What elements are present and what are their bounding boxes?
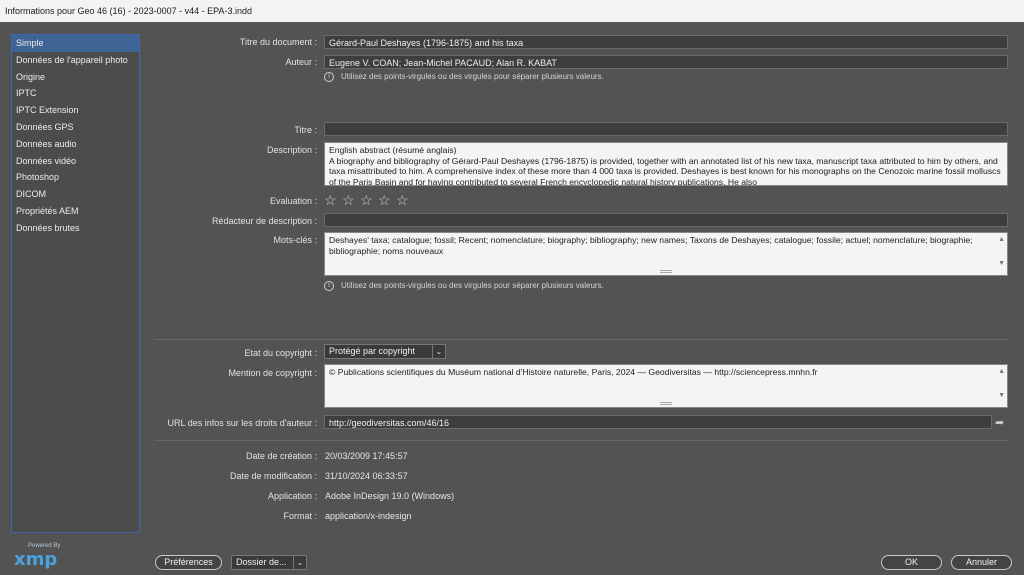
- keywords-text: Deshayes' taxa; catalogue; fossil; Recen…: [329, 235, 973, 256]
- keywords-hint-text: Utilisez des points-virgules ou des virg…: [341, 281, 604, 291]
- resize-grip-icon[interactable]: [660, 402, 672, 405]
- desc-writer-label: Rédacteur de description :: [211, 216, 317, 226]
- sidebar-item-simple[interactable]: Simple: [12, 35, 139, 52]
- star-icon[interactable]: ☆: [396, 193, 414, 207]
- folder-select-value: Dossier de...: [236, 557, 287, 567]
- modified-value: 31/10/2024 06:33:57: [325, 471, 408, 481]
- desc-writer-input[interactable]: [324, 213, 1008, 227]
- star-icon[interactable]: ☆: [360, 193, 378, 207]
- ok-button[interactable]: OK: [881, 555, 942, 570]
- copyright-status-label: Etat du copyright :: [244, 348, 317, 358]
- xmp-logo-text: xmp: [14, 549, 58, 570]
- star-icon[interactable]: ☆: [342, 193, 360, 207]
- author-hint: i Utilisez des points-virgules ou des vir…: [324, 72, 604, 82]
- sidebar: Simple Données de l'appareil photo Origi…: [11, 34, 140, 533]
- sidebar-item-photoshop[interactable]: Photoshop: [12, 169, 139, 186]
- modified-label: Date de modification :: [229, 471, 317, 481]
- keywords-textarea[interactable]: Deshayes' taxa; catalogue; fossil; Recen…: [324, 232, 1008, 276]
- copyright-status-value: Protégé par copyright: [329, 346, 416, 356]
- format-label: Format :: [283, 511, 317, 521]
- copyright-notice-text: © Publications scientifiques du Muséum n…: [329, 367, 818, 377]
- doc-title-input[interactable]: Gérard-Paul Deshayes (1796-1875) and his…: [324, 35, 1008, 49]
- share-arrow-icon[interactable]: ➦: [995, 416, 1004, 429]
- application-value: Adobe InDesign 19.0 (Windows): [325, 491, 455, 501]
- preferences-button[interactable]: Préférences: [155, 555, 222, 570]
- info-icon: i: [324, 281, 334, 291]
- created-value: 20/03/2009 17:45:57: [325, 451, 408, 461]
- created-label: Date de création :: [245, 451, 317, 461]
- rights-url-label: URL des infos sur les droits d'auteur :: [167, 418, 317, 428]
- copyright-notice-label: Mention de copyright :: [228, 368, 317, 378]
- copyright-status-select[interactable]: Protégé par copyright ⌄: [324, 344, 446, 359]
- doc-title-label: Titre du document :: [239, 37, 317, 47]
- title-label: Titre :: [294, 125, 317, 135]
- section-divider: [154, 440, 1008, 441]
- description-label: Description :: [266, 145, 317, 155]
- rights-url-input[interactable]: http://geodiversitas.com/46/16: [324, 415, 992, 429]
- sidebar-item-aem[interactable]: Propriétés AEM: [12, 203, 139, 220]
- keywords-label: Mots-clés :: [273, 235, 317, 245]
- scroll-down-icon[interactable]: ▼: [998, 259, 1005, 270]
- chevron-down-icon: ⌄: [293, 556, 306, 569]
- sidebar-item-iptc-extension[interactable]: IPTC Extension: [12, 102, 139, 119]
- sidebar-item-gps[interactable]: Données GPS: [12, 119, 139, 136]
- sidebar-item-dicom[interactable]: DICOM: [12, 186, 139, 203]
- scroll-up-icon[interactable]: ▲: [998, 235, 1005, 246]
- rating-stars: ☆ ☆ ☆ ☆ ☆: [324, 193, 414, 207]
- copyright-notice-textarea[interactable]: © Publications scientifiques du Muséum n…: [324, 364, 1008, 408]
- scroll-down-icon[interactable]: ▼: [998, 391, 1005, 402]
- sidebar-item-video[interactable]: Données vidéo: [12, 153, 139, 170]
- sidebar-item-origin[interactable]: Origine: [12, 69, 139, 86]
- star-icon[interactable]: ☆: [324, 193, 342, 207]
- info-icon: i: [324, 72, 334, 82]
- author-label: Auteur :: [285, 57, 317, 67]
- sidebar-item-iptc[interactable]: IPTC: [12, 85, 139, 102]
- scroll-up-icon[interactable]: ▲: [998, 367, 1005, 378]
- sidebar-item-camera-data[interactable]: Données de l'appareil photo: [12, 52, 139, 69]
- author-input[interactable]: Eugene V. COAN; Jean-Michel PACAUD; Alan…: [324, 55, 1008, 69]
- xmp-logo: Powered By xmp: [14, 543, 74, 571]
- application-label: Application :: [267, 491, 317, 501]
- rating-label: Evaluation :: [269, 196, 317, 206]
- window-title: Informations pour Geo 46 (16) - 2023-000…: [0, 0, 1024, 22]
- author-hint-text: Utilisez des points-virgules ou des virg…: [341, 72, 604, 82]
- resize-grip-icon[interactable]: [660, 270, 672, 273]
- cancel-button[interactable]: Annuler: [951, 555, 1012, 570]
- keywords-hint: i Utilisez des points-virgules ou des vir…: [324, 281, 604, 291]
- folder-select[interactable]: Dossier de... ⌄: [231, 555, 307, 570]
- star-icon[interactable]: ☆: [378, 193, 396, 207]
- title-input[interactable]: [324, 122, 1008, 136]
- format-value: application/x-indesign: [325, 511, 412, 521]
- description-textarea[interactable]: English abstract (résumé anglais) A biog…: [324, 142, 1008, 186]
- chevron-down-icon: ⌄: [432, 345, 445, 358]
- sidebar-item-audio[interactable]: Données audio: [12, 136, 139, 153]
- section-divider: [154, 339, 1008, 340]
- sidebar-item-raw[interactable]: Données brutes: [12, 220, 139, 237]
